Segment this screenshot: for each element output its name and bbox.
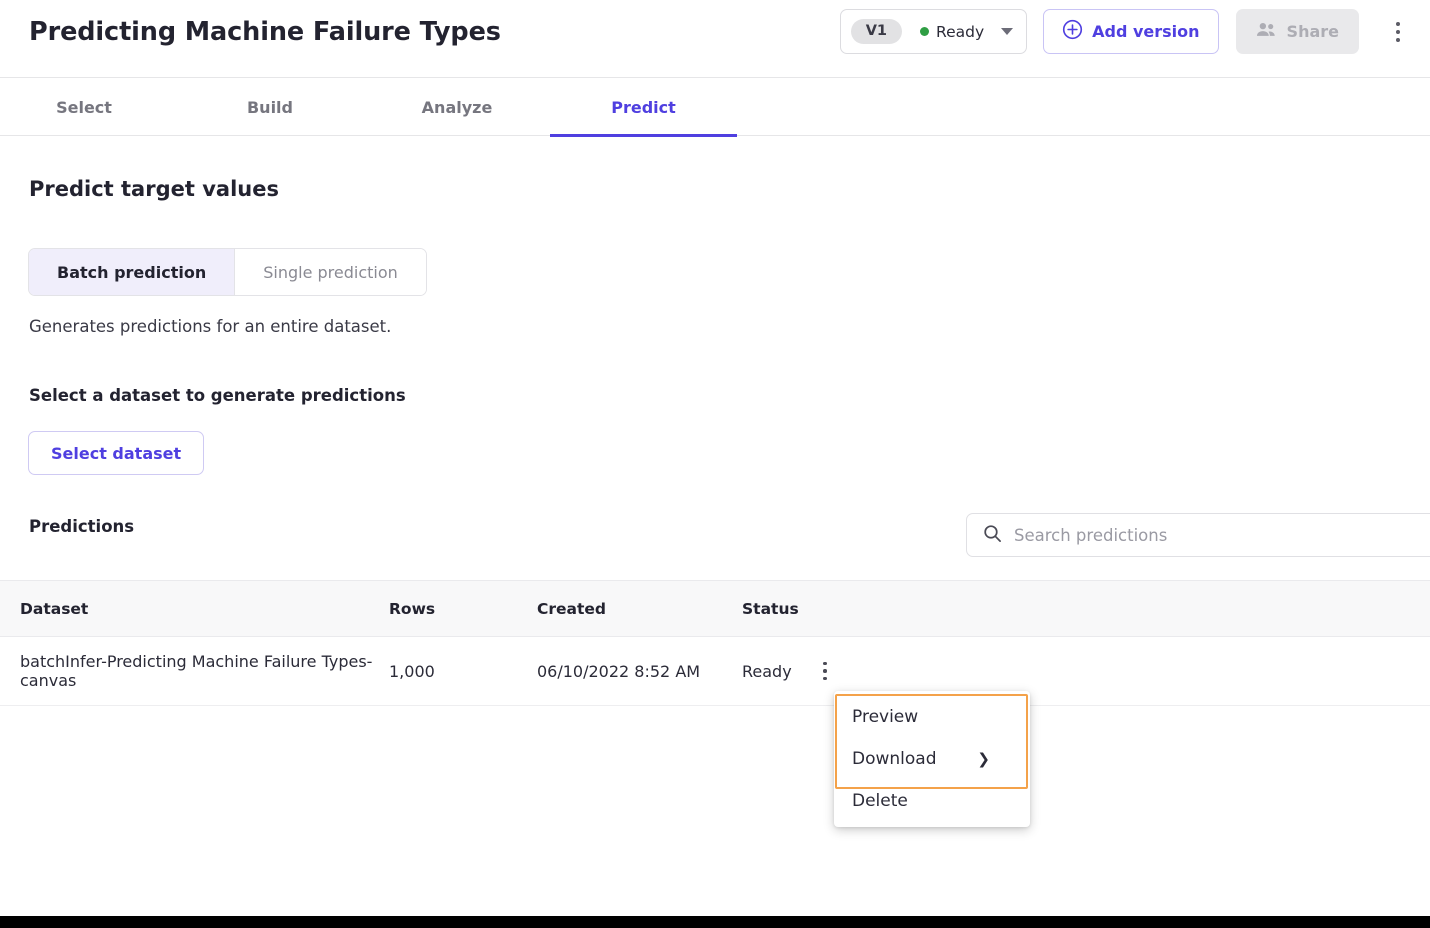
circle-plus-icon: [1062, 19, 1083, 44]
status-label: Ready: [936, 23, 984, 41]
prediction-mode-toggle: Batch prediction Single prediction: [28, 248, 427, 296]
main-tabs: Select Build Analyze Predict: [0, 78, 1430, 136]
tab-build[interactable]: Build: [215, 78, 325, 136]
add-version-button[interactable]: Add version: [1043, 9, 1218, 54]
search-icon: [983, 524, 1002, 547]
share-label: Share: [1287, 22, 1339, 41]
kebab-dot: [823, 669, 827, 673]
tab-predict[interactable]: Predict: [550, 78, 737, 136]
version-badge: V1: [851, 19, 902, 44]
table-row[interactable]: batchInfer-Predicting Machine Failure Ty…: [0, 637, 1430, 706]
kebab-menu-icon[interactable]: [1386, 14, 1410, 50]
tab-analyze[interactable]: Analyze: [402, 78, 512, 136]
column-header-rows: Rows: [389, 600, 537, 618]
predictions-heading: Predictions: [29, 517, 134, 536]
mode-description: Generates predictions for an entire data…: [29, 317, 391, 336]
kebab-dot: [1396, 22, 1400, 26]
cell-status: Ready: [742, 662, 814, 681]
cell-rows: 1,000: [389, 662, 537, 681]
cell-actions: [814, 662, 874, 681]
app-header: Predicting Machine Failure Types V1 Read…: [0, 0, 1430, 78]
row-kebab-menu-icon[interactable]: [814, 662, 836, 681]
cell-dataset: batchInfer-Predicting Machine Failure Ty…: [0, 652, 389, 690]
app-window: Predicting Machine Failure Types V1 Read…: [0, 0, 1430, 928]
select-dataset-button[interactable]: Select dataset: [28, 431, 204, 475]
version-selector[interactable]: V1 Ready: [840, 9, 1027, 54]
mode-single-prediction[interactable]: Single prediction: [235, 249, 426, 295]
menu-item-delete[interactable]: Delete: [834, 780, 1030, 822]
menu-item-download[interactable]: Download ❯: [834, 738, 1030, 780]
column-header-created: Created: [537, 600, 742, 618]
predictions-table: Dataset Rows Created Status batchInfer-P…: [0, 580, 1430, 706]
status-badge: Ready: [920, 23, 984, 41]
page-title: Predicting Machine Failure Types: [29, 17, 501, 47]
cell-created: 06/10/2022 8:52 AM: [537, 662, 742, 681]
people-icon: [1256, 21, 1277, 42]
search-predictions-box[interactable]: Search predictions: [966, 513, 1430, 557]
bottom-bar: [0, 916, 1430, 928]
kebab-dot: [1396, 30, 1400, 34]
column-header-dataset: Dataset: [0, 600, 389, 618]
menu-item-delete-label: Delete: [852, 791, 908, 811]
kebab-dot: [823, 662, 827, 666]
menu-item-preview[interactable]: Preview: [834, 696, 1030, 738]
table-header-row: Dataset Rows Created Status: [0, 580, 1430, 637]
tab-select[interactable]: Select: [29, 78, 139, 136]
chevron-down-icon[interactable]: [1001, 28, 1013, 35]
chevron-right-icon: ❯: [977, 750, 990, 768]
add-version-label: Add version: [1092, 22, 1199, 41]
header-actions: V1 Ready Add version: [840, 9, 1410, 54]
row-context-menu: Preview Download ❯ Delete: [834, 691, 1030, 827]
search-input[interactable]: Search predictions: [1014, 526, 1167, 545]
status-dot-icon: [920, 27, 929, 36]
column-header-status: Status: [742, 600, 814, 618]
kebab-dot: [823, 677, 827, 681]
menu-item-preview-label: Preview: [852, 707, 918, 727]
menu-item-download-label: Download: [852, 749, 937, 769]
mode-batch-prediction[interactable]: Batch prediction: [29, 249, 235, 295]
kebab-dot: [1396, 38, 1400, 42]
share-button[interactable]: Share: [1236, 9, 1359, 54]
section-title: Predict target values: [29, 177, 279, 201]
select-dataset-heading: Select a dataset to generate predictions: [29, 386, 406, 405]
